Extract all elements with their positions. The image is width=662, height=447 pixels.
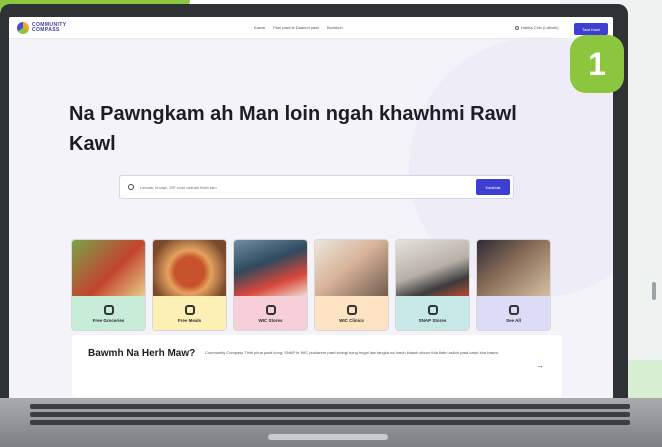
help-title: Bawmh Na Herh Maw? [88, 348, 196, 359]
nav-links: Kawm Pian pawl le Daanmi pawl Bochhuh [254, 25, 343, 30]
compass-logo-icon [17, 22, 29, 34]
language-label: Hakha Chin (Laiholh) [521, 25, 559, 30]
arrow-right-icon[interactable]: → [536, 361, 544, 370]
search-input[interactable] [140, 180, 460, 194]
nav-link-partners[interactable]: Pian pawl le Daanmi pawl [273, 25, 319, 30]
card-label: Free Groceries [92, 318, 125, 323]
card-footer: WIC Clinics [315, 296, 388, 330]
clinic-icon [346, 305, 357, 315]
meals-photo [153, 240, 226, 298]
category-card-free-groceries[interactable]: Free Groceries [71, 239, 146, 331]
card-label: Free Meals [177, 318, 202, 323]
card-footer: Free Meals [153, 296, 226, 330]
card-footer: SNAP Stores [396, 296, 469, 330]
category-card-wic-stores[interactable]: WIC Stores [233, 239, 308, 331]
step-number-badge: 1 [570, 35, 624, 93]
grid-icon [508, 305, 519, 315]
find-food-button[interactable]: Tawl Kawl [574, 23, 608, 35]
cart-icon [103, 305, 114, 315]
category-card-snap-stores[interactable]: SNAP Stores [395, 239, 470, 331]
snap-stores-photo [396, 240, 469, 298]
keyboard-row [30, 420, 630, 425]
laptop-screen: COMMUNITY COMPASS Kawm Pian pawl le Daan… [9, 17, 613, 405]
community-compass-logo[interactable]: COMMUNITY COMPASS [17, 22, 66, 34]
category-card-wic-clinics[interactable]: WIC Clinics [314, 239, 389, 331]
card-footer: See All [477, 296, 550, 330]
utensils-icon [184, 305, 195, 315]
keyboard-row [30, 412, 630, 417]
card-footer: Free Groceries [72, 296, 145, 330]
decor-side-mark [652, 282, 656, 300]
snap-icon [427, 305, 438, 315]
search-icon [128, 184, 134, 190]
logo-line-2: COMPASS [32, 27, 60, 33]
hero-title: Na Pawngkam ah Man loin ngah khawhmi Raw… [69, 103, 517, 155]
keyboard-row [30, 404, 630, 409]
logo-text: COMMUNITY COMPASS [32, 23, 66, 33]
category-card-see-all[interactable]: See All [476, 239, 551, 331]
wic-clinics-photo [315, 240, 388, 298]
card-label: SNAP Stores [418, 318, 447, 323]
card-footer: WIC Stores [234, 296, 307, 330]
globe-icon [515, 25, 519, 30]
trackpad [268, 434, 388, 440]
store-icon [265, 305, 276, 315]
laptop-lid: COMMUNITY COMPASS Kawm Pian pawl le Daan… [0, 4, 628, 410]
language-selector[interactable]: Hakha Chin (Laiholh) [515, 25, 559, 30]
card-label: WIC Clinics [339, 318, 364, 323]
groceries-photo [72, 240, 145, 298]
help-panel: Bawmh Na Herh Maw? Community Compass Thi… [72, 335, 562, 397]
wic-stores-photo [234, 240, 307, 298]
search-bar: Kawlnak [119, 175, 514, 199]
nav-link-kawm[interactable]: Kawm [254, 25, 265, 30]
search-button[interactable]: Kawlnak [476, 179, 510, 195]
help-text: Community Compass Thilri phun pawl kong,… [205, 350, 499, 355]
card-label: See All [506, 318, 521, 323]
category-cards: Free Groceries Free Meals WIC Stores WIC… [71, 239, 551, 331]
nav-link-bochhuh[interactable]: Bochhuh [327, 25, 343, 30]
category-card-free-meals[interactable]: Free Meals [152, 239, 227, 331]
see-all-photo [477, 240, 550, 298]
card-label: WIC Stores [258, 318, 283, 323]
top-navbar: COMMUNITY COMPASS Kawm Pian pawl le Daan… [9, 17, 613, 39]
